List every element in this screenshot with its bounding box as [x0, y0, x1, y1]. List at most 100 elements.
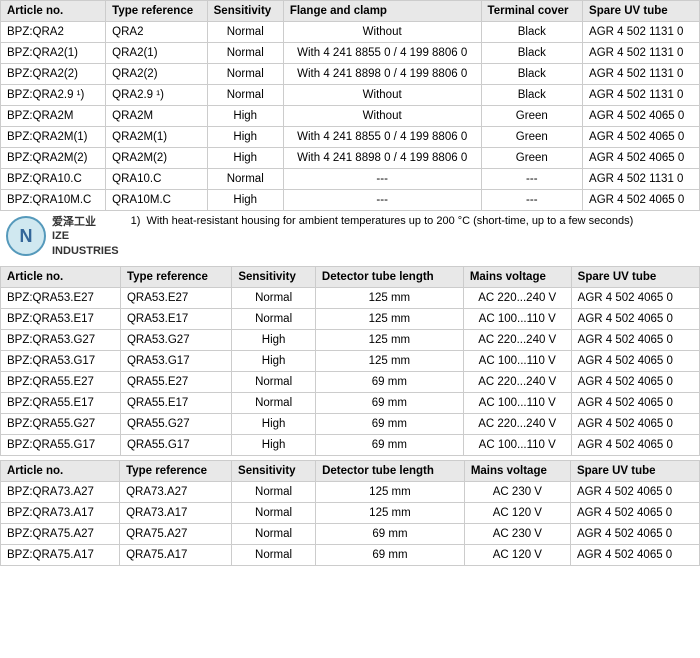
table-cell: QRA2M — [106, 106, 207, 127]
table2-header-spare: Spare UV tube — [571, 266, 699, 287]
table-row: BPZ:QRA2M(2)QRA2M(2)HighWith 4 241 8898 … — [1, 148, 700, 169]
table-cell: AC 220...240 V — [463, 371, 571, 392]
table-cell: High — [207, 190, 283, 211]
table-cell: High — [232, 413, 316, 434]
table-row: BPZ:QRA55.E27QRA55.E27Normal69 mmAC 220.… — [1, 371, 700, 392]
table-row: BPZ:QRA10M.CQRA10M.CHigh------AGR 4 502 … — [1, 190, 700, 211]
table-cell: --- — [481, 169, 582, 190]
table-row: BPZ:QRA53.E17QRA53.E17Normal125 mmAC 100… — [1, 308, 700, 329]
table-cell: AGR 4 502 1131 0 — [583, 43, 700, 64]
table-cell: AGR 4 502 4065 0 — [583, 148, 700, 169]
table-cell: QRA75.A27 — [120, 523, 232, 544]
table-cell: Normal — [232, 523, 316, 544]
table-row: BPZ:QRA53.G27QRA53.G27High125 mmAC 220..… — [1, 329, 700, 350]
table-cell: With 4 241 8855 0 / 4 199 8806 0 — [283, 43, 481, 64]
table-cell: Normal — [232, 544, 316, 565]
table1: Article no. Type reference Sensitivity F… — [0, 0, 700, 211]
table-cell: 69 mm — [316, 544, 465, 565]
table-cell: QRA73.A27 — [120, 481, 232, 502]
table1-footnote-table: N 爱泽工业 IZE INDUSTRIES 1) With heat-resis… — [0, 211, 700, 262]
table-cell: AGR 4 502 1131 0 — [583, 85, 700, 106]
logo-icon: N — [6, 216, 46, 256]
table-cell: AGR 4 502 4065 0 — [583, 106, 700, 127]
table-row: BPZ:QRA2.9 ¹)QRA2.9 ¹)NormalWithoutBlack… — [1, 85, 700, 106]
table-cell: AC 220...240 V — [463, 287, 571, 308]
table-cell: BPZ:QRA2(1) — [1, 43, 106, 64]
table-cell: BPZ:QRA2(2) — [1, 64, 106, 85]
table-cell: --- — [283, 169, 481, 190]
table-cell: QRA2M(2) — [106, 148, 207, 169]
table-cell: AGR 4 502 1131 0 — [583, 22, 700, 43]
table-cell: AC 100...110 V — [463, 392, 571, 413]
table-cell: 125 mm — [315, 350, 463, 371]
table-cell: Without — [283, 22, 481, 43]
table-row: BPZ:QRA75.A17QRA75.A17Normal69 mmAC 120 … — [1, 544, 700, 565]
table-cell: High — [207, 106, 283, 127]
table-cell: AC 220...240 V — [463, 413, 571, 434]
table-cell: BPZ:QRA53.E17 — [1, 308, 121, 329]
table-cell: BPZ:QRA2 — [1, 22, 106, 43]
table2-header-type: Type reference — [120, 266, 231, 287]
table-cell: High — [232, 329, 316, 350]
table-cell: QRA2 — [106, 22, 207, 43]
table-cell: AGR 4 502 4065 0 — [571, 392, 699, 413]
table-cell: QRA53.G17 — [120, 350, 231, 371]
table-cell: BPZ:QRA55.G27 — [1, 413, 121, 434]
table-row: BPZ:QRA73.A27QRA73.A27Normal125 mmAC 230… — [1, 481, 700, 502]
table-cell: 125 mm — [316, 481, 465, 502]
table-cell: 69 mm — [315, 392, 463, 413]
table-row: BPZ:QRA2MQRA2MHighWithoutGreenAGR 4 502 … — [1, 106, 700, 127]
table-cell: AGR 4 502 4065 0 — [570, 544, 699, 565]
table3-header-detector: Detector tube length — [316, 460, 465, 481]
table-cell: BPZ:QRA73.A17 — [1, 502, 120, 523]
table-row: BPZ:QRA53.E27QRA53.E27Normal125 mmAC 220… — [1, 287, 700, 308]
table-cell: --- — [481, 190, 582, 211]
table-row: BPZ:QRA55.E17QRA55.E17Normal69 mmAC 100.… — [1, 392, 700, 413]
table3-header-sensitivity: Sensitivity — [232, 460, 316, 481]
table-cell: QRA2(2) — [106, 64, 207, 85]
table-cell: AGR 4 502 4065 0 — [583, 190, 700, 211]
page-container: Article no. Type reference Sensitivity F… — [0, 0, 700, 566]
table-cell: Black — [481, 43, 582, 64]
table-cell: AGR 4 502 4065 0 — [571, 371, 699, 392]
table-cell: QRA75.A17 — [120, 544, 232, 565]
table-cell: QRA55.E27 — [120, 371, 231, 392]
table1-header-sensitivity: Sensitivity — [207, 1, 283, 22]
table2: Article no. Type reference Sensitivity D… — [0, 266, 700, 456]
table-row: BPZ:QRA55.G27QRA55.G27High69 mmAC 220...… — [1, 413, 700, 434]
table-cell: QRA2(1) — [106, 43, 207, 64]
table-cell: AGR 4 502 4065 0 — [571, 308, 699, 329]
table-cell: AC 230 V — [464, 523, 570, 544]
logo-text: 爱泽工业 IZE INDUSTRIES — [52, 215, 119, 258]
footnote-text: 1) With heat-resistant housing for ambie… — [125, 211, 700, 262]
table-cell: QRA55.E17 — [120, 392, 231, 413]
table-row: BPZ:QRA2M(1)QRA2M(1)HighWith 4 241 8855 … — [1, 127, 700, 148]
table-cell: Black — [481, 22, 582, 43]
table-cell: BPZ:QRA55.G17 — [1, 434, 121, 455]
table-cell: QRA10M.C — [106, 190, 207, 211]
table-cell: Without — [283, 106, 481, 127]
table-cell: QRA55.G17 — [120, 434, 231, 455]
table-cell: Normal — [207, 64, 283, 85]
table-cell: Green — [481, 148, 582, 169]
table-cell: AGR 4 502 4065 0 — [570, 502, 699, 523]
table-cell: 69 mm — [316, 523, 465, 544]
table-row: BPZ:QRA2QRA2NormalWithoutBlackAGR 4 502 … — [1, 22, 700, 43]
table-cell: 125 mm — [315, 329, 463, 350]
table-cell: AGR 4 502 4065 0 — [571, 287, 699, 308]
table-cell: BPZ:QRA2M(2) — [1, 148, 106, 169]
table-cell: Normal — [232, 502, 316, 523]
table-cell: Without — [283, 85, 481, 106]
table-cell: QRA2M(1) — [106, 127, 207, 148]
table-cell: 69 mm — [315, 371, 463, 392]
logo-line1: 爱泽工业 — [52, 216, 96, 228]
table-cell: AGR 4 502 4065 0 — [571, 434, 699, 455]
table1-header-spare: Spare UV tube — [583, 1, 700, 22]
table1-section: Article no. Type reference Sensitivity F… — [0, 0, 700, 262]
table-cell: Normal — [232, 392, 316, 413]
table-cell: AC 100...110 V — [463, 350, 571, 371]
table-cell: QRA73.A17 — [120, 502, 232, 523]
table-cell: BPZ:QRA53.G27 — [1, 329, 121, 350]
table-cell: AGR 4 502 4065 0 — [570, 481, 699, 502]
table-row: BPZ:QRA10.CQRA10.CNormal------AGR 4 502 … — [1, 169, 700, 190]
